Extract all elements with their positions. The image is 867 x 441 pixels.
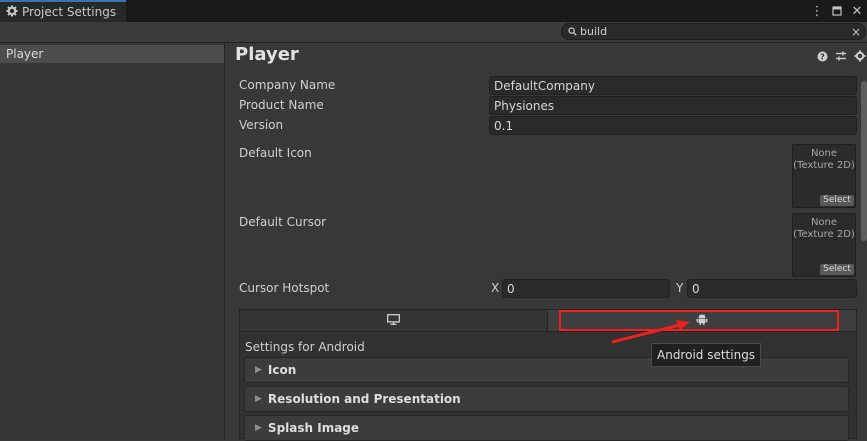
close-icon[interactable]: ✕ <box>847 0 867 22</box>
default-icon-label: Default Icon <box>239 146 312 160</box>
search-box: × <box>561 23 866 40</box>
gear-icon <box>6 5 18 20</box>
version-label: Version <box>239 118 284 132</box>
company-name-label: Company Name <box>239 78 336 92</box>
hotspot-y-label: Y <box>676 281 684 295</box>
more-vertical-icon[interactable]: ⋮ <box>807 0 827 22</box>
triangle-right-icon: ▶ <box>255 394 262 404</box>
window-tab-title: Project Settings <box>22 5 117 19</box>
svg-text:?: ? <box>820 52 825 61</box>
player-settings-panel: Player ? Company Name Product Name Versi… <box>225 43 867 441</box>
foldout-label: Resolution and Presentation <box>267 392 461 406</box>
toolbar: × <box>0 22 867 43</box>
select-texture-button[interactable]: Select <box>820 195 854 206</box>
search-input[interactable] <box>580 24 848 39</box>
settings-icon[interactable] <box>853 49 867 63</box>
version-field[interactable] <box>489 116 857 135</box>
tooltip: Android settings <box>651 343 762 367</box>
search-icon <box>568 25 577 39</box>
cursor-hotspot-label: Cursor Hotspot <box>239 281 330 295</box>
foldout-resolution-and-presentation[interactable]: ▶ Resolution and Presentation <box>244 386 849 412</box>
foldout-label: Splash Image <box>267 421 360 435</box>
texture-none-text: None <box>810 148 838 159</box>
foldout-splash-image[interactable]: ▶ Splash Image <box>244 415 849 441</box>
sidebar-item-player[interactable]: Player <box>0 45 224 63</box>
triangle-right-icon: ▶ <box>255 365 262 375</box>
hotspot-y-field[interactable] <box>687 279 857 298</box>
default-cursor-label: Default Cursor <box>239 215 327 229</box>
vertical-scrollbar[interactable] <box>861 81 867 241</box>
clear-search-icon[interactable]: × <box>851 26 861 38</box>
product-name-field[interactable] <box>489 96 857 115</box>
select-texture-button[interactable]: Select <box>820 264 854 275</box>
company-name-field[interactable] <box>489 76 857 95</box>
settings-for-label: Settings for Android <box>245 340 365 354</box>
window-tab-project-settings[interactable]: Project Settings <box>0 0 126 22</box>
texture-none-text: None <box>810 217 838 228</box>
maximize-icon[interactable] <box>827 0 847 22</box>
help-icon[interactable]: ? <box>815 49 829 63</box>
settings-sidebar: Player <box>0 43 225 439</box>
triangle-right-icon: ▶ <box>255 423 262 433</box>
foldout-label: Icon <box>267 363 297 377</box>
hotspot-x-field[interactable] <box>502 279 670 298</box>
preset-icon[interactable] <box>834 49 848 63</box>
android-tab-highlight-box <box>559 310 839 331</box>
monitor-icon <box>387 313 400 328</box>
texture-type-text: (Texture 2D) <box>793 160 855 171</box>
default-icon-texture-slot[interactable]: None (Texture 2D) Select <box>792 144 856 208</box>
product-name-label: Product Name <box>239 98 324 112</box>
hotspot-x-label: X <box>491 281 500 295</box>
tab-standalone[interactable] <box>240 310 548 332</box>
window-titlebar: Project Settings ⋮ ✕ <box>0 0 867 22</box>
texture-type-text: (Texture 2D) <box>793 229 855 240</box>
default-cursor-texture-slot[interactable]: None (Texture 2D) Select <box>792 213 856 277</box>
page-title: Player <box>235 44 299 65</box>
